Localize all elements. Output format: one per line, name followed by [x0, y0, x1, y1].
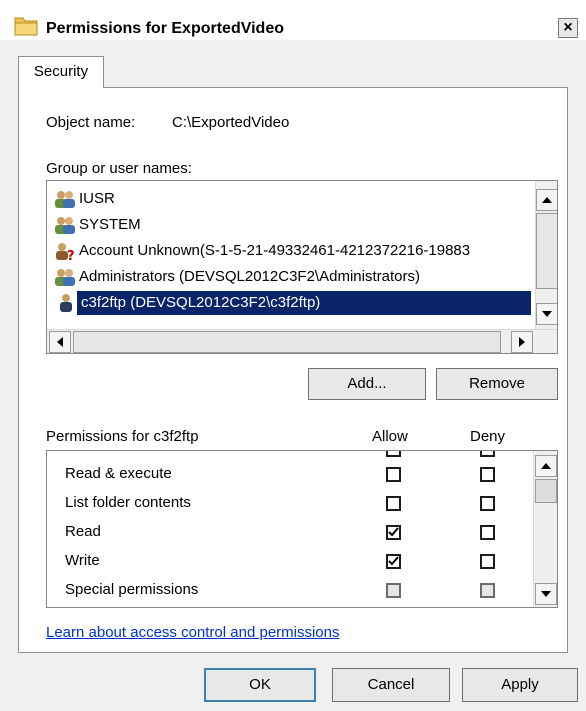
unknown-user-icon: ?: [56, 243, 75, 261]
scroll-down-button[interactable]: [536, 303, 557, 325]
arrow-up-icon: [542, 197, 552, 203]
deny-list-folder-checkbox[interactable]: [480, 496, 495, 511]
ok-button[interactable]: OK: [204, 668, 316, 702]
deny-read-checkbox[interactable]: [480, 525, 495, 540]
close-icon: ×: [563, 19, 573, 36]
list-item-account-unknown[interactable]: ? Account Unknown(S-1-5-21-49332461-4212…: [53, 239, 531, 263]
object-name-value: C:\ExportedVideo: [172, 114, 290, 131]
user-list-vscrollbar[interactable]: [535, 181, 557, 329]
scroll-thumb[interactable]: [536, 213, 557, 289]
list-item-label: IUSR: [79, 190, 115, 207]
allow-read-checkbox[interactable]: [386, 525, 401, 540]
close-button[interactable]: ×: [558, 18, 578, 38]
deny-read-execute-checkbox[interactable]: [480, 467, 495, 482]
permissions-for-label: Permissions for c3f2ftp: [46, 428, 199, 445]
tab-security-label: Security: [33, 63, 89, 80]
users-icon: [55, 191, 75, 209]
window-title: Permissions for ExportedVideo: [46, 20, 284, 37]
allow-read-execute-checkbox[interactable]: [386, 467, 401, 482]
scroll-up-button[interactable]: [535, 455, 557, 477]
list-item-label: Account Unknown(S-1-5-21-49332461-421237…: [79, 242, 471, 259]
user-list[interactable]: IUSR SYSTEM ? Account Unknown(S-1-5-21-4…: [46, 180, 558, 354]
checkmark-icon: [388, 527, 399, 537]
arrow-up-icon: [541, 463, 551, 469]
users-icon: [55, 217, 75, 235]
user-icon: [60, 294, 72, 312]
allow-write-checkbox[interactable]: [386, 554, 401, 569]
perm-row-write: Write: [65, 547, 100, 575]
allow-header: Allow: [372, 428, 408, 445]
list-item-label: c3f2ftp (DEVSQL2012C3F2\c3f2ftp): [81, 294, 321, 311]
hscroll-thumb[interactable]: [73, 331, 501, 353]
perm-row-list-folder: List folder contents: [65, 489, 191, 517]
users-icon: [55, 269, 75, 287]
perm-row-read: Read: [65, 518, 101, 546]
user-list-hscrollbar[interactable]: [47, 329, 557, 353]
perm-label: Special permissions: [65, 581, 199, 598]
scroll-down-button[interactable]: [535, 583, 557, 605]
arrow-right-icon: [519, 337, 525, 347]
perm-label: List folder contents: [65, 494, 191, 511]
deny-header: Deny: [470, 428, 506, 445]
arrow-down-icon: [542, 311, 552, 317]
deny-write-checkbox[interactable]: [480, 554, 495, 569]
perm-row-read-execute: Read & execute: [65, 460, 172, 488]
cancel-button[interactable]: Cancel: [332, 668, 450, 702]
learn-access-control-link[interactable]: Learn about access control and permissio…: [46, 624, 340, 641]
list-item-administrators[interactable]: Administrators (DEVSQL2012C3F2\Administr…: [53, 265, 531, 289]
perm-row-special: Special permissions: [65, 576, 198, 604]
scroll-up-button[interactable]: [536, 189, 557, 211]
deny-checkbox-hidden[interactable]: [480, 451, 495, 457]
remove-button[interactable]: Remove: [436, 368, 558, 400]
arrow-left-icon: [57, 337, 63, 347]
scroll-left-button[interactable]: [49, 331, 71, 353]
allow-list-folder-checkbox[interactable]: [386, 496, 401, 511]
list-item-label: SYSTEM: [79, 216, 141, 233]
checkmark-icon: [388, 556, 399, 566]
list-item-iusr[interactable]: IUSR: [53, 187, 531, 211]
arrow-down-icon: [541, 591, 551, 597]
allow-special-checkbox: [386, 583, 401, 598]
deny-special-checkbox: [480, 583, 495, 598]
object-name-label: Object name:: [46, 114, 136, 131]
list-item-c3f2ftp[interactable]: c3f2ftp (DEVSQL2012C3F2\c3f2ftp): [77, 291, 531, 315]
permissions-list[interactable]: Read & execute List folder contents Read…: [46, 450, 558, 608]
group-user-names-label: Group or user names:: [46, 160, 192, 177]
apply-button[interactable]: Apply: [462, 668, 578, 702]
perm-label: Read & execute: [65, 465, 172, 482]
list-item-label: Administrators (DEVSQL2012C3F2\Administr…: [79, 268, 420, 285]
svg-text:?: ?: [67, 249, 75, 261]
perm-label: Read: [65, 523, 101, 540]
folder-icon: [14, 17, 38, 36]
permissions-vscrollbar[interactable]: [533, 451, 557, 607]
list-item-system[interactable]: SYSTEM: [53, 213, 531, 237]
scroll-thumb[interactable]: [535, 479, 557, 503]
scroll-right-button[interactable]: [511, 331, 533, 353]
tab-security[interactable]: Security: [18, 56, 104, 88]
add-button[interactable]: Add...: [308, 368, 426, 400]
perm-label: Write: [65, 552, 100, 569]
allow-checkbox-hidden[interactable]: [386, 451, 401, 457]
